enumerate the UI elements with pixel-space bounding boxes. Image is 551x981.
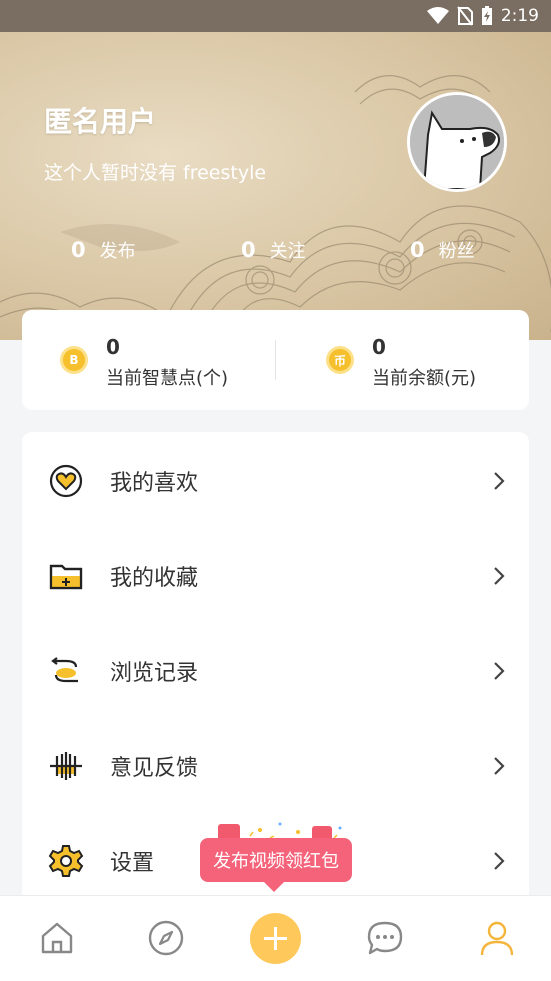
menu-label-settings: 设置 bbox=[110, 850, 155, 876]
heart-icon bbox=[49, 464, 83, 497]
feedback-icon bbox=[50, 751, 82, 780]
wisdom-points-label: 当前智慧点(个) bbox=[106, 368, 229, 389]
battery-charging-icon bbox=[481, 6, 492, 25]
stats-row: 0 发布 0 关注 0 粉丝 bbox=[0, 237, 551, 267]
publish-plus-button[interactable] bbox=[250, 913, 301, 964]
divider bbox=[275, 340, 276, 380]
menu-label-likes: 我的喜欢 bbox=[110, 470, 199, 496]
status-bar: 2:19 bbox=[0, 0, 551, 32]
stat-posts[interactable]: 0 发布 bbox=[71, 237, 136, 263]
messages-icon[interactable] bbox=[365, 918, 405, 958]
stat-following-count: 0 bbox=[241, 238, 256, 262]
bottom-nav bbox=[0, 895, 551, 981]
stat-following[interactable]: 0 关注 bbox=[241, 237, 306, 263]
wisdom-points-value: 0 bbox=[106, 335, 120, 359]
stat-posts-label: 发布 bbox=[99, 241, 136, 262]
chevron-right-icon bbox=[494, 471, 505, 490]
menu-label-feedback: 意见反馈 bbox=[110, 755, 199, 781]
settings-gear-icon bbox=[48, 844, 84, 877]
menu-label-history: 浏览记录 bbox=[110, 660, 199, 686]
chevron-right-icon bbox=[494, 851, 505, 870]
folder-icon bbox=[49, 564, 83, 589]
current-balance[interactable]: 币 0 当前余额(元) bbox=[326, 330, 476, 390]
stat-posts-count: 0 bbox=[71, 238, 86, 262]
menu-item-likes[interactable]: 我的喜欢 bbox=[22, 433, 529, 528]
avatar[interactable] bbox=[407, 92, 507, 192]
chevron-right-icon bbox=[494, 756, 505, 775]
chevron-right-icon bbox=[494, 661, 505, 680]
discover-compass-icon[interactable] bbox=[146, 918, 186, 958]
dog-avatar-icon bbox=[410, 95, 504, 189]
stat-followers-count: 0 bbox=[410, 238, 425, 262]
menu-item-feedback[interactable]: 意见反馈 bbox=[22, 718, 529, 813]
menu-label-favorites: 我的收藏 bbox=[110, 565, 199, 591]
current-balance-value: 0 bbox=[372, 335, 386, 359]
stat-followers[interactable]: 0 粉丝 bbox=[410, 237, 475, 263]
balance-coin-icon: 币 bbox=[326, 346, 354, 374]
username: 匿名用户 bbox=[44, 105, 157, 138]
menu-item-favorites[interactable]: 我的收藏 bbox=[22, 528, 529, 623]
menu-item-history[interactable]: 浏览记录 bbox=[22, 623, 529, 718]
balance-card: B 0 当前智慧点(个) 币 0 当前余额(元) bbox=[22, 310, 529, 410]
history-icon bbox=[51, 656, 78, 682]
profile-icon[interactable] bbox=[477, 918, 517, 958]
profile-header: 匿名用户 这个人暂时没有 freestyle 0 发布 0 关注 0 粉丝 bbox=[0, 32, 551, 340]
wisdom-coin-icon: B bbox=[60, 346, 88, 374]
stat-followers-label: 粉丝 bbox=[438, 241, 475, 262]
wisdom-points[interactable]: B 0 当前智慧点(个) bbox=[60, 330, 228, 390]
chevron-right-icon bbox=[494, 566, 505, 585]
wifi-icon bbox=[426, 7, 449, 24]
no-sim-icon bbox=[457, 6, 473, 26]
current-balance-label: 当前余额(元) bbox=[372, 368, 477, 389]
home-icon[interactable] bbox=[37, 918, 77, 958]
promo-tooltip[interactable]: 发布视频领红包 bbox=[200, 838, 352, 892]
stat-following-label: 关注 bbox=[269, 241, 306, 262]
clock: 2:19 bbox=[500, 6, 539, 26]
user-bio: 这个人暂时没有 freestyle bbox=[44, 162, 267, 184]
plus-icon bbox=[264, 927, 287, 950]
